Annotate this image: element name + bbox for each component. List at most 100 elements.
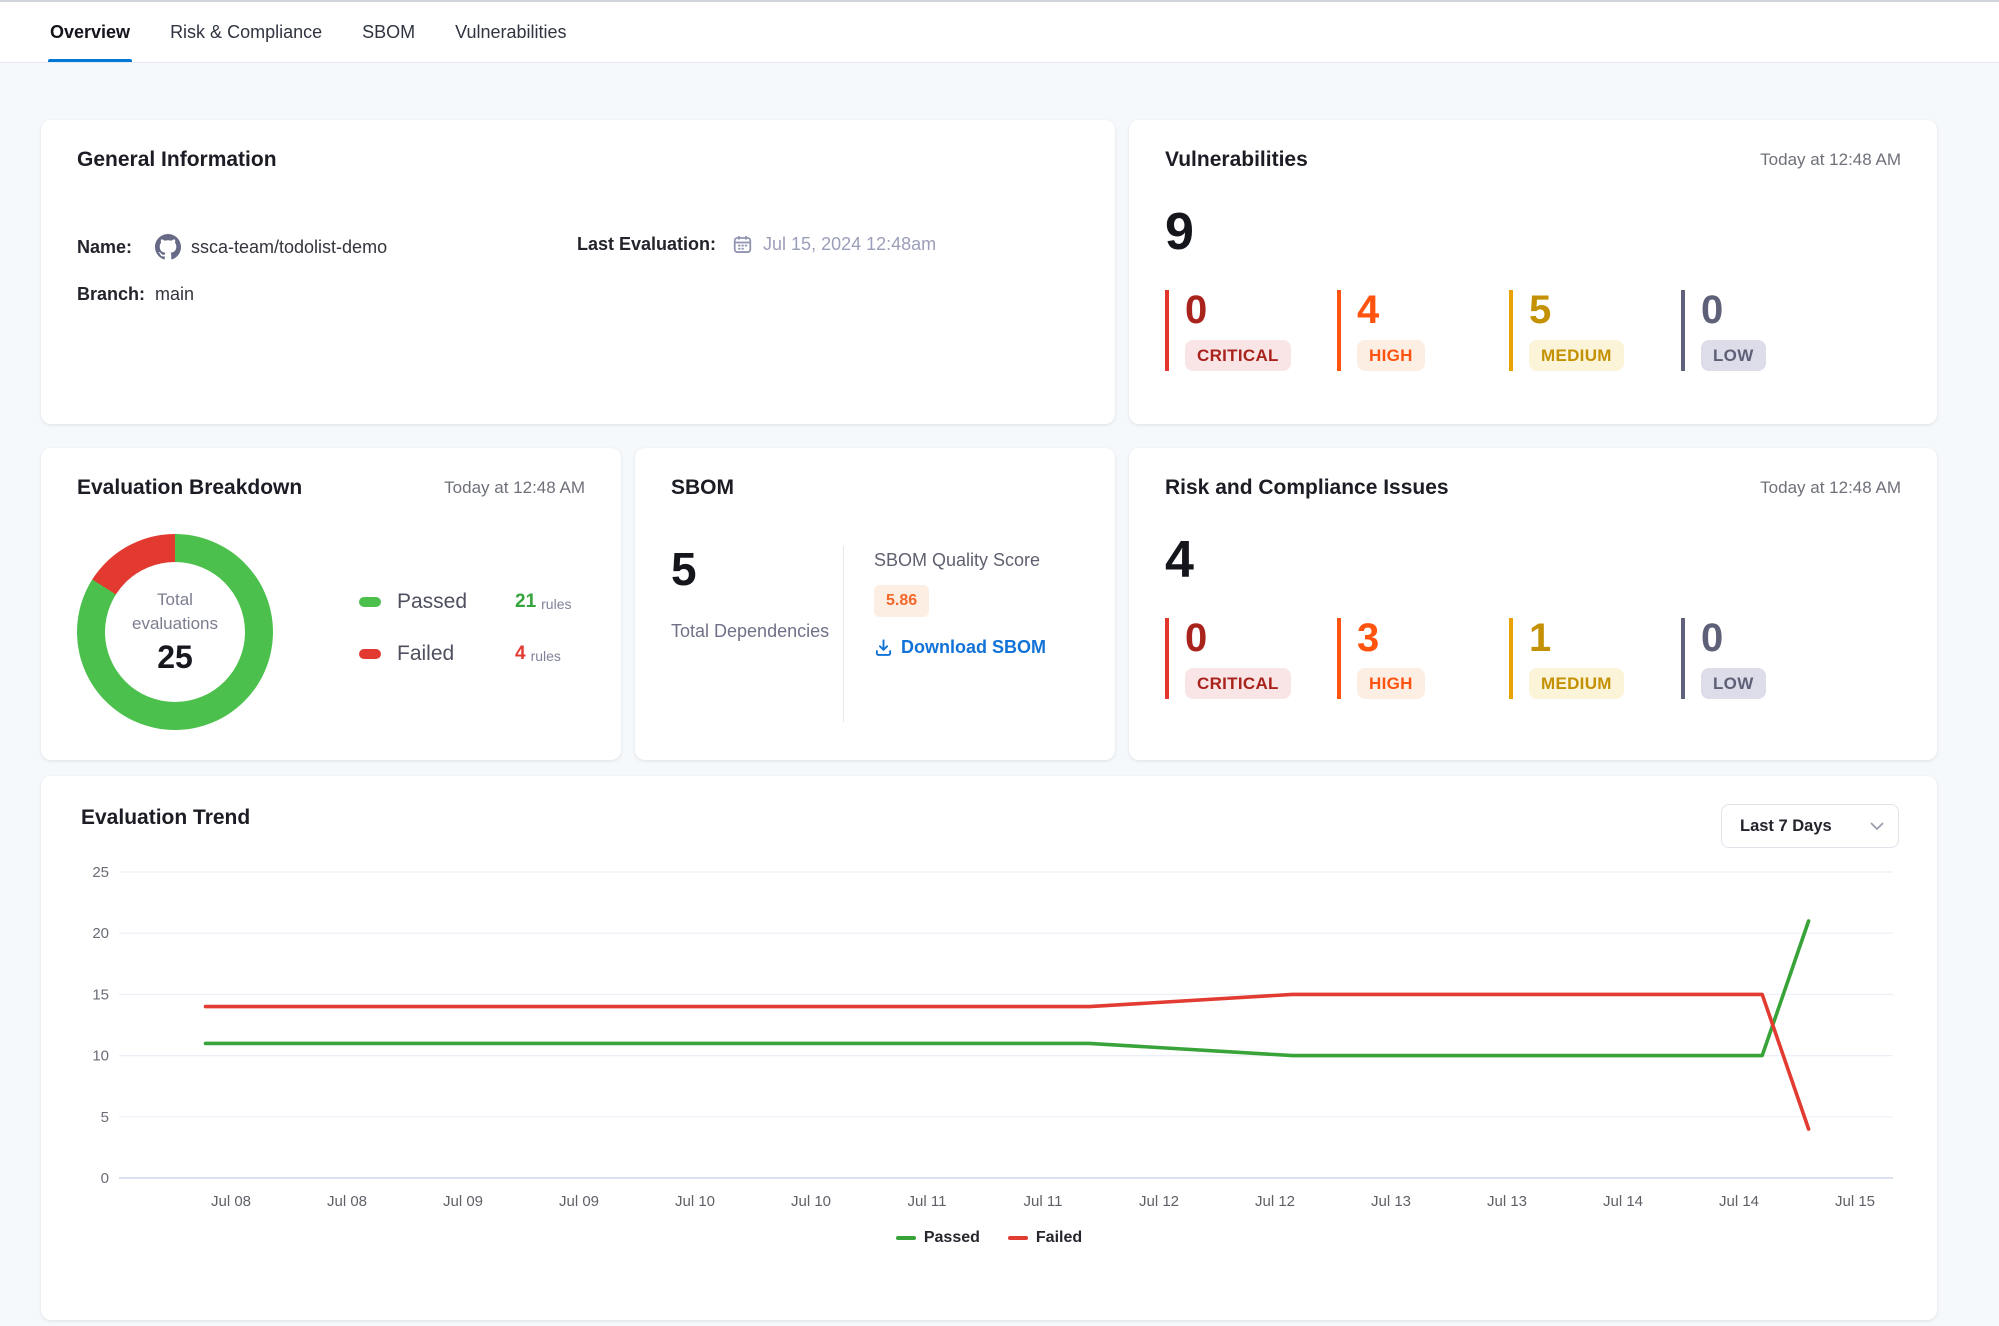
severity-high: 3 HIGH bbox=[1337, 618, 1485, 699]
tab-sbom[interactable]: SBOM bbox=[360, 2, 417, 62]
severity-count: 0 bbox=[1185, 618, 1313, 658]
tab-overview[interactable]: Overview bbox=[48, 2, 132, 62]
tab-bar: Overview Risk & Compliance SBOM Vulnerabili… bbox=[0, 2, 1999, 63]
severity-count: 0 bbox=[1701, 618, 1829, 658]
severity-badge: MEDIUM bbox=[1529, 668, 1624, 699]
repo-name-row: Name: ssca-team/todolist-demo bbox=[77, 234, 577, 260]
sbom-quality-score-label: SBOM Quality Score bbox=[874, 550, 1046, 571]
breakdown-legend-passed: Passed21rules bbox=[359, 590, 572, 614]
severity-count: 3 bbox=[1357, 618, 1485, 658]
last-evaluation-label: Last Evaluation: bbox=[577, 234, 716, 255]
last-evaluation-row: Last Evaluation: Jul 15, 2024 bbox=[577, 234, 936, 255]
range-selector-value: Last 7 Days bbox=[1740, 817, 1832, 836]
legend-item-passed: Passed bbox=[896, 1229, 980, 1247]
severity-count: 0 bbox=[1185, 290, 1313, 330]
card-risk-and-compliance: Risk and Compliance Issues Today at 12:4… bbox=[1129, 448, 1937, 760]
download-sbom-link[interactable]: Download SBOM bbox=[874, 637, 1046, 658]
card-title: General Information bbox=[77, 148, 1079, 172]
y-axis-tick: 0 bbox=[101, 1170, 109, 1187]
legend-label: Passed bbox=[924, 1229, 980, 1247]
card-timestamp: Today at 12:48 AM bbox=[1760, 478, 1901, 498]
severity-critical: 0CRITICAL bbox=[1165, 290, 1313, 371]
x-axis-tick: Jul 09 bbox=[559, 1193, 599, 1210]
donut-center-value: 25 bbox=[157, 639, 193, 676]
severity-badge: CRITICAL bbox=[1185, 668, 1291, 699]
x-axis-tick: Jul 10 bbox=[675, 1193, 715, 1210]
failed-swatch-icon bbox=[359, 649, 381, 659]
series-line-failed bbox=[206, 994, 1809, 1129]
trend-line-chart: 0510152025Jul 08Jul 08Jul 09Jul 09Jul 10… bbox=[81, 858, 1896, 1223]
repo-name-value: ssca-team/todolist-demo bbox=[191, 237, 387, 258]
y-axis-tick: 10 bbox=[92, 1048, 109, 1065]
last-evaluation-value: Jul 15, 2024 12:48am bbox=[763, 234, 936, 255]
severity-badge: HIGH bbox=[1357, 340, 1425, 371]
vulnerabilities-total: 9 bbox=[1165, 206, 1901, 258]
x-axis-tick: Jul 08 bbox=[327, 1193, 367, 1210]
card-evaluation-breakdown: Evaluation Breakdown Today at 12:48 AM T… bbox=[41, 448, 621, 760]
card-title: SBOM bbox=[671, 476, 1079, 500]
x-axis-tick: Jul 13 bbox=[1487, 1193, 1527, 1210]
branch-row: Branch: main bbox=[77, 284, 577, 305]
range-selector[interactable]: Last 7 Days bbox=[1721, 804, 1899, 848]
tab-label: Overview bbox=[50, 22, 130, 43]
card-general-information: General Information Name: ssca-team/todo… bbox=[41, 120, 1115, 424]
trend-legend: Passed Failed bbox=[81, 1229, 1897, 1247]
card-evaluation-trend: Evaluation Trend Last 7 Days 0510152025J… bbox=[41, 776, 1937, 1320]
breakdown-legend: Passed21rulesFailed4rules bbox=[359, 590, 572, 730]
sbom-quality-score-badge: 5.86 bbox=[874, 585, 929, 617]
download-icon bbox=[874, 638, 893, 657]
card-vulnerabilities: Vulnerabilities Today at 12:48 AM 9 0CRI… bbox=[1129, 120, 1937, 424]
x-axis-tick: Jul 14 bbox=[1603, 1193, 1643, 1210]
x-axis-tick: Jul 10 bbox=[791, 1193, 831, 1210]
breakdown-legend-label: Passed bbox=[397, 590, 515, 614]
severity-critical: 0 CRITICAL bbox=[1165, 618, 1313, 699]
severity-count: 5 bbox=[1529, 290, 1657, 330]
severity-badge: LOW bbox=[1701, 668, 1766, 699]
name-label: Name: bbox=[77, 237, 155, 258]
card-timestamp: Today at 12:48 AM bbox=[444, 478, 585, 498]
branch-label: Branch: bbox=[77, 284, 155, 305]
chevron-down-icon bbox=[1870, 822, 1884, 831]
severity-count: 1 bbox=[1529, 618, 1657, 658]
severity-badge: MEDIUM bbox=[1529, 340, 1624, 371]
y-axis-tick: 5 bbox=[101, 1109, 109, 1126]
y-axis-tick: 25 bbox=[92, 864, 109, 881]
x-axis-tick: Jul 14 bbox=[1719, 1193, 1759, 1210]
branch-value: main bbox=[155, 284, 194, 305]
severity-low: 0 LOW bbox=[1681, 618, 1829, 699]
total-dependencies-label: Total Dependencies bbox=[671, 618, 843, 646]
severity-count: 4 bbox=[1357, 290, 1485, 330]
breakdown-legend-label: Failed bbox=[397, 642, 515, 666]
x-axis-tick: Jul 12 bbox=[1139, 1193, 1179, 1210]
legend-item-failed: Failed bbox=[1008, 1229, 1082, 1247]
evaluation-trend-chart: 0510152025Jul 08Jul 08Jul 09Jul 09Jul 10… bbox=[81, 858, 1897, 1223]
x-axis-tick: Jul 09 bbox=[443, 1193, 483, 1210]
x-axis-tick: Jul 11 bbox=[908, 1193, 947, 1210]
calendar-icon bbox=[732, 234, 753, 255]
passed-swatch-icon bbox=[359, 597, 381, 607]
y-axis-tick: 15 bbox=[92, 986, 109, 1003]
severity-high: 4 HIGH bbox=[1337, 290, 1485, 371]
x-axis-tick: Jul 11 bbox=[1024, 1193, 1063, 1210]
download-sbom-label: Download SBOM bbox=[901, 637, 1046, 658]
tab-label: SBOM bbox=[362, 22, 415, 43]
x-axis-tick: Jul 08 bbox=[211, 1193, 251, 1210]
legend-color-passed bbox=[896, 1236, 916, 1240]
vertical-divider bbox=[843, 546, 844, 722]
legend-label: Failed bbox=[1036, 1229, 1082, 1247]
card-title: Evaluation Trend bbox=[81, 806, 1897, 830]
total-dependencies-value: 5 bbox=[671, 546, 843, 592]
card-sbom: SBOM 5 Total Dependencies SBOM Quality S… bbox=[635, 448, 1115, 760]
legend-color-failed bbox=[1008, 1236, 1028, 1240]
x-axis-tick: Jul 15 bbox=[1835, 1193, 1875, 1210]
risk-issues-total: 4 bbox=[1165, 534, 1901, 586]
x-axis-tick: Jul 12 bbox=[1255, 1193, 1295, 1210]
breakdown-legend-unit: rules bbox=[531, 645, 561, 664]
tab-vulnerabilities[interactable]: Vulnerabilities bbox=[453, 2, 568, 62]
severity-badge: HIGH bbox=[1357, 668, 1425, 699]
donut-center-label: Total evaluations bbox=[115, 588, 235, 636]
severity-badge: LOW bbox=[1701, 340, 1766, 371]
series-line-passed bbox=[206, 921, 1809, 1056]
severity-low: 0LOW bbox=[1681, 290, 1829, 371]
tab-risk-compliance[interactable]: Risk & Compliance bbox=[168, 2, 324, 62]
